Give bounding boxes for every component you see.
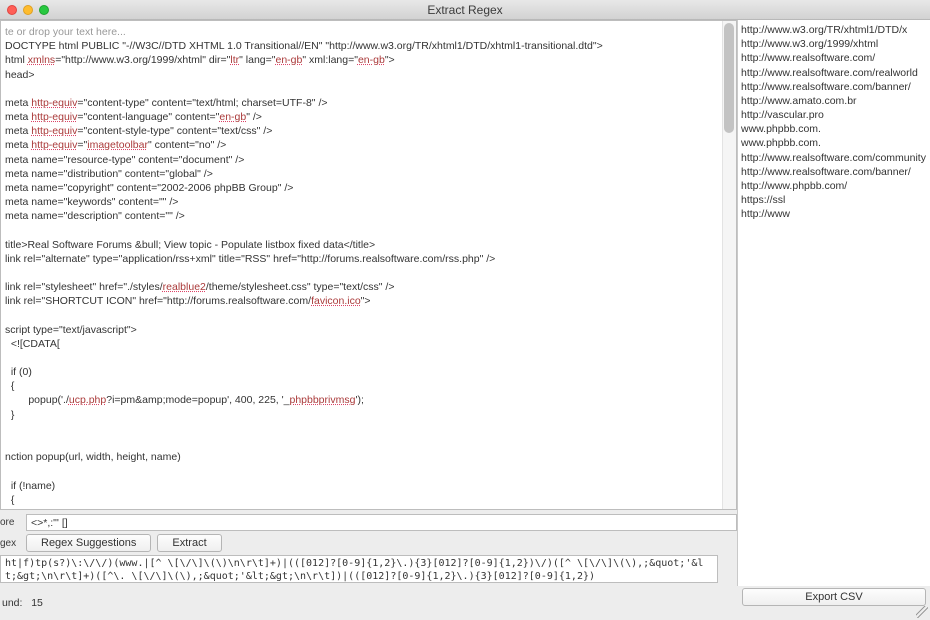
results-list[interactable]: http://www.w3.org/TR/xhtml1/DTD/xhttp://… — [738, 20, 930, 586]
result-item[interactable]: http://vascular.pro — [741, 108, 927, 122]
result-item[interactable]: http://www.w3.org/1999/xhtml — [741, 37, 927, 51]
regex-row: gex Regex Suggestions Extract — [0, 534, 737, 552]
close-icon[interactable] — [7, 5, 17, 15]
scrollbar-track[interactable] — [722, 21, 736, 509]
export-csv-button[interactable]: Export CSV — [742, 588, 926, 606]
ignore-row: ore — [0, 514, 737, 531]
result-item[interactable]: www.phpbb.com. — [741, 122, 927, 136]
result-item[interactable]: http://www.phpbb.com/ — [741, 179, 927, 193]
window-title: Extract Regex — [0, 3, 930, 17]
extract-button[interactable]: Extract — [157, 534, 221, 552]
found-label: und: 15 — [0, 597, 43, 609]
found-count: 15 — [31, 597, 43, 609]
regex-text-row — [0, 555, 737, 583]
regex-input[interactable] — [0, 555, 718, 583]
controls-area: ore gex Regex Suggestions Extract — [0, 510, 737, 586]
bottom-bar: und: 15 Export CSV — [0, 590, 930, 616]
zoom-icon[interactable] — [39, 5, 49, 15]
result-item[interactable]: www.phpbb.com. — [741, 136, 927, 150]
result-item[interactable]: http://www — [741, 207, 927, 221]
source-text-area[interactable]: te or drop your text here... DOCTYPE htm… — [1, 21, 736, 509]
source-text-area-wrap: te or drop your text here... DOCTYPE htm… — [0, 20, 737, 510]
main-area: te or drop your text here... DOCTYPE htm… — [0, 20, 930, 586]
ignore-label: ore — [0, 517, 20, 528]
result-item[interactable]: http://www.w3.org/TR/xhtml1/DTD/x — [741, 23, 927, 37]
window-controls — [0, 5, 49, 15]
result-item[interactable]: http://www.amato.com.br — [741, 94, 927, 108]
result-item[interactable]: http://www.realsoftware.com/community — [741, 151, 927, 165]
regex-suggestions-button[interactable]: Regex Suggestions — [26, 534, 151, 552]
regex-label: gex — [0, 538, 20, 549]
result-item[interactable]: http://www.realsoftware.com/realworld — [741, 66, 927, 80]
found-word: und: — [2, 597, 22, 609]
window-titlebar: Extract Regex — [0, 0, 930, 20]
scrollbar-thumb[interactable] — [724, 23, 734, 133]
ignore-input[interactable] — [26, 514, 737, 531]
result-item[interactable]: https://ssl — [741, 193, 927, 207]
left-panel: te or drop your text here... DOCTYPE htm… — [0, 20, 738, 586]
result-item[interactable]: http://www.realsoftware.com/ — [741, 51, 927, 65]
result-item[interactable]: http://www.realsoftware.com/banner/ — [741, 80, 927, 94]
result-item[interactable]: http://www.realsoftware.com/banner/ — [741, 165, 927, 179]
resize-grip-icon[interactable] — [916, 606, 928, 618]
minimize-icon[interactable] — [23, 5, 33, 15]
